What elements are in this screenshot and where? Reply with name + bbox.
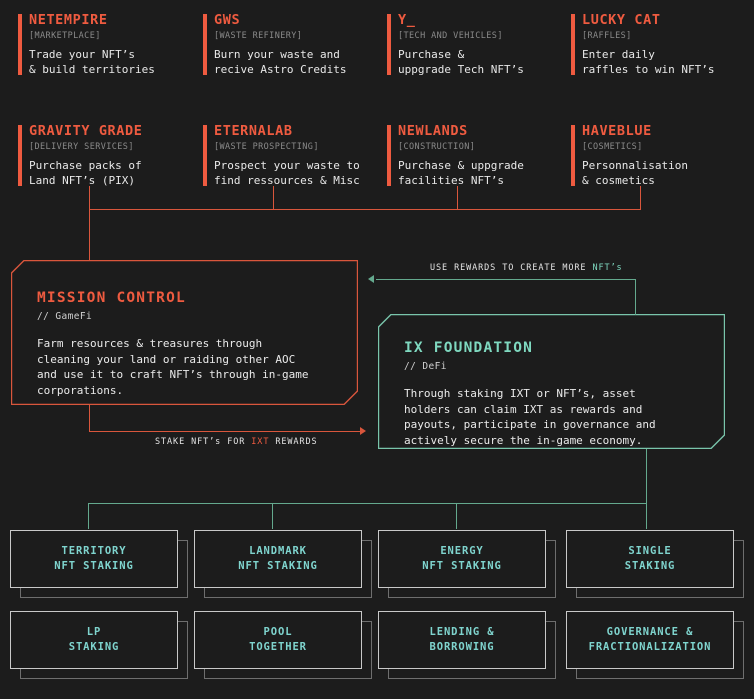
- stake-arrow-icon: [360, 427, 366, 435]
- card-face[interactable]: ENERGY NFT STAKING: [378, 530, 546, 588]
- eco-card-lucky-cat[interactable]: LUCKY CAT [RAFFLES] Enter daily raffles …: [571, 12, 714, 77]
- card-line-1: SINGLE: [628, 545, 672, 557]
- connector-drop-newlands: [457, 186, 458, 210]
- connector-stake-horizontal: [89, 431, 360, 432]
- mission-control-panel[interactable]: MISSION CONTROL // GameFi Farm resources…: [11, 260, 358, 405]
- connector-foundation-drop: [646, 449, 647, 504]
- connector-drop-haveblue: [640, 186, 641, 210]
- stake-label-highlight: IXT: [251, 437, 270, 447]
- card-line-1: POOL: [263, 626, 293, 638]
- eco-card-netempire[interactable]: NETEMPIRE [MARKETPLACE] Trade your NFT’s…: [18, 12, 155, 77]
- mission-control-subtitle: // GameFi: [37, 311, 93, 322]
- connector-drop-landmark: [272, 503, 273, 529]
- eco-card-eternalab[interactable]: ETERNALAB [WASTE PROSPECTING] Prospect y…: [203, 123, 360, 188]
- eco-card-description: Burn your waste and recive Astro Credits: [214, 48, 347, 76]
- eco-card-gravity-grade[interactable]: GRAVITY GRADE [DELIVERY SERVICES] Purcha…: [18, 123, 142, 188]
- connector-rewards-horizontal: [376, 279, 636, 280]
- mission-control-title: MISSION CONTROL: [37, 290, 186, 306]
- ix-foundation-title: IX FOUNDATION: [404, 340, 534, 356]
- eco-card-title: GRAVITY GRADE: [29, 123, 143, 139]
- eco-card-title: NETEMPIRE: [29, 12, 108, 28]
- card-face[interactable]: LANDMARK NFT STAKING: [194, 530, 362, 588]
- card-line-1: GOVERNANCE &: [606, 626, 694, 638]
- connector-drop-to-mission: [89, 209, 90, 261]
- rewards-arrow-icon: [368, 275, 374, 283]
- connector-drop-eternalab: [273, 186, 274, 210]
- card-line-1: ENERGY: [440, 545, 484, 557]
- ix-foundation-panel[interactable]: IX FOUNDATION // DeFi Through staking IX…: [378, 314, 725, 449]
- mission-control-description: Farm resources & treasures through clean…: [37, 337, 309, 397]
- eco-card-description: Prospect your waste to find ressources &…: [214, 159, 360, 187]
- stake-label-suffix: REWARDS: [269, 437, 318, 447]
- ecosystem-diagram: NETEMPIRE [MARKETPLACE] Trade your NFT’s…: [0, 0, 754, 699]
- card-line-1: TERRITORY: [61, 545, 127, 557]
- ix-foundation-subtitle: // DeFi: [404, 361, 447, 372]
- eco-card-title: ETERNALAB: [214, 123, 293, 139]
- eco-card-tag: [WASTE REFINERY]: [214, 31, 303, 41]
- ix-foundation-description: Through staking IXT or NFT’s, asset hold…: [404, 387, 656, 447]
- card-face[interactable]: SINGLE STAKING: [566, 530, 734, 588]
- card-face[interactable]: LENDING & BORROWING: [378, 611, 546, 669]
- card-face[interactable]: GOVERNANCE & FRACTIONALIZATION: [566, 611, 734, 669]
- card-line-1: LANDMARK: [249, 545, 307, 557]
- card-line-2: STAKING: [68, 641, 120, 653]
- card-face[interactable]: LP STAKING: [10, 611, 178, 669]
- eco-card-haveblue[interactable]: HAVEBLUE [COSMETICS] Personnalisation & …: [571, 123, 688, 188]
- eco-card-gws[interactable]: GWS [WASTE REFINERY] Burn your waste and…: [203, 12, 346, 77]
- stake-connector-label: STAKE NFT’s FOR IXT REWARDS: [155, 437, 317, 447]
- card-line-2: FRACTIONALIZATION: [588, 641, 712, 653]
- rewards-label-prefix: USE REWARDS TO CREATE MORE: [430, 263, 593, 273]
- connector-drop-single: [646, 503, 647, 529]
- eco-card-newlands[interactable]: NEWLANDS [CONSTRUCTION] Purchase & uppgr…: [387, 123, 524, 188]
- eco-card-description: Purchase & uppgrade facilities NFT’s: [398, 159, 524, 187]
- connector-stake-vertical: [89, 404, 90, 432]
- eco-card-description: Purchase & uppgrade Tech NFT’s: [398, 48, 524, 76]
- card-line-2: NFT STAKING: [238, 560, 318, 572]
- eco-card-tag: [CONSTRUCTION]: [398, 142, 476, 152]
- eco-card-description: Enter daily raffles to win NFT’s: [582, 48, 715, 76]
- eco-card-tag: [TECH AND VEHICLES]: [398, 31, 503, 41]
- eco-card-title: GWS: [214, 12, 241, 28]
- card-face[interactable]: POOL TOGETHER: [194, 611, 362, 669]
- eco-card-description: Purchase packs of Land NFT’s (PIX): [29, 159, 142, 187]
- card-line-1: LENDING &: [429, 626, 495, 638]
- eco-card-tag: [WASTE PROSPECTING]: [214, 142, 319, 152]
- eco-card-description: Personnalisation & cosmetics: [582, 159, 688, 187]
- eco-card-tag: [DELIVERY SERVICES]: [29, 142, 134, 152]
- rewards-label-highlight: NFT’s: [592, 263, 623, 273]
- eco-card-title: NEWLANDS: [398, 123, 468, 139]
- connector-drop-gravity: [89, 186, 90, 210]
- card-face[interactable]: TERRITORY NFT STAKING: [10, 530, 178, 588]
- card-line-2: STAKING: [624, 560, 676, 572]
- eco-card-title: HAVEBLUE: [582, 123, 652, 139]
- card-line-2: TOGETHER: [249, 641, 307, 653]
- connector-staking-bus: [88, 503, 647, 504]
- rewards-connector-label: USE REWARDS TO CREATE MORE NFT’s: [430, 263, 623, 273]
- connector-drop-energy: [456, 503, 457, 529]
- eco-card-tag: [COSMETICS]: [582, 142, 643, 152]
- eco-card-tag: [RAFFLES]: [582, 31, 632, 41]
- eco-card-tag: [MARKETPLACE]: [29, 31, 101, 41]
- connector-drop-territory: [88, 503, 89, 529]
- eco-card-title: LUCKY CAT: [582, 12, 661, 28]
- eco-card-y[interactable]: Y_ [TECH AND VEHICLES] Purchase & uppgra…: [387, 12, 524, 77]
- connector-bus-ecosystem: [89, 209, 641, 210]
- card-line-2: NFT STAKING: [422, 560, 502, 572]
- connector-rewards-vertical: [635, 279, 636, 315]
- eco-card-title: Y_: [398, 12, 416, 28]
- stake-label-prefix: STAKE NFT’s FOR: [155, 437, 252, 447]
- card-line-1: LP: [86, 626, 102, 638]
- eco-card-description: Trade your NFT’s & build territories: [29, 48, 155, 76]
- card-line-2: NFT STAKING: [54, 560, 134, 572]
- card-line-2: BORROWING: [429, 641, 495, 653]
